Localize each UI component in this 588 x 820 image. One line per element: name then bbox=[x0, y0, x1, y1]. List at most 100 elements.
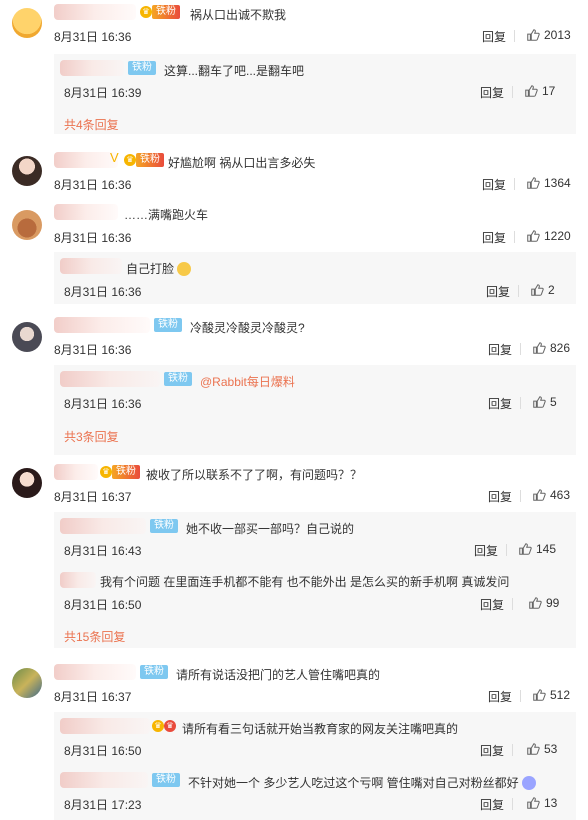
reply-button[interactable]: 回复 bbox=[480, 596, 504, 613]
like-button[interactable]: 2 bbox=[530, 283, 555, 297]
avatar[interactable] bbox=[12, 156, 42, 186]
like-button[interactable]: 826 bbox=[532, 341, 570, 355]
reply-button[interactable]: 回复 bbox=[482, 28, 506, 45]
comment-text: ……满嘴跑火车 bbox=[124, 208, 209, 222]
avatar[interactable] bbox=[12, 322, 42, 352]
mention-link[interactable]: @Rabbit每日爆料 bbox=[200, 373, 295, 390]
comment-text: 祸从口出诚不欺我 bbox=[190, 8, 287, 22]
reply-button[interactable]: 回复 bbox=[480, 742, 504, 759]
comment-time: 8月31日 16:37 bbox=[54, 490, 132, 504]
username-blurred[interactable] bbox=[54, 152, 118, 168]
thumbs-up-icon bbox=[533, 489, 546, 501]
reply-button[interactable]: 回复 bbox=[474, 542, 498, 559]
like-button[interactable]: 13 bbox=[526, 796, 557, 810]
reply-button[interactable]: 回复 bbox=[486, 283, 510, 300]
divider bbox=[520, 397, 521, 409]
reply-text: 请所有看三句话就开始当教育家的网友关注嘴吧真的 bbox=[182, 722, 459, 736]
like-count: 5 bbox=[550, 395, 557, 409]
fan-badge[interactable]: 铁粉 bbox=[152, 5, 180, 19]
comment-time: 8月31日 16:36 bbox=[54, 231, 132, 245]
fan-badge[interactable]: 铁粉 bbox=[128, 61, 156, 75]
thumbs-up-icon bbox=[519, 543, 532, 555]
like-button[interactable]: 53 bbox=[526, 742, 557, 756]
fan-badge[interactable]: 铁粉 bbox=[112, 465, 140, 479]
vip-crown-icon: ♛ bbox=[100, 466, 112, 478]
like-button[interactable]: 17 bbox=[524, 84, 555, 98]
vip-crown-icon: ♛ bbox=[140, 6, 152, 18]
username-blurred[interactable] bbox=[54, 464, 98, 480]
reply-button[interactable]: 回复 bbox=[482, 176, 506, 193]
thumbs-up-icon bbox=[527, 29, 540, 41]
like-count: 17 bbox=[542, 84, 556, 98]
like-count: 145 bbox=[536, 542, 557, 556]
reply-button[interactable]: 回复 bbox=[482, 229, 506, 246]
reply-time: 8月31日 17:23 bbox=[64, 798, 142, 812]
more-replies-link[interactable]: 共4条回复 bbox=[64, 116, 119, 133]
like-count: 1364 bbox=[544, 176, 571, 190]
username-blurred[interactable] bbox=[54, 317, 150, 333]
divider bbox=[512, 744, 513, 756]
fan-badge[interactable]: 铁粉 bbox=[152, 773, 180, 787]
more-replies-link[interactable]: 共15条回复 bbox=[64, 628, 125, 645]
divider bbox=[506, 544, 507, 556]
divider bbox=[512, 598, 513, 610]
like-button[interactable]: 512 bbox=[532, 688, 570, 702]
avatar[interactable] bbox=[12, 210, 42, 240]
username-blurred[interactable] bbox=[54, 204, 118, 220]
thumbs-up-icon bbox=[527, 743, 540, 755]
divider bbox=[514, 178, 515, 190]
emoji-icon bbox=[177, 262, 192, 276]
avatar[interactable] bbox=[12, 468, 42, 498]
reply-button[interactable]: 回复 bbox=[480, 796, 504, 813]
thumbs-up-icon bbox=[533, 342, 546, 354]
reply-button[interactable]: 回复 bbox=[488, 395, 512, 412]
fan-badge[interactable]: 铁粉 bbox=[136, 153, 164, 167]
reply-text: 自己打脸 bbox=[126, 260, 192, 277]
thumbs-up-icon bbox=[531, 284, 544, 296]
fan-badge[interactable]: 铁粉 bbox=[150, 519, 178, 533]
like-count: 512 bbox=[550, 688, 571, 702]
like-count: 1220 bbox=[544, 229, 571, 243]
like-button[interactable]: 5 bbox=[532, 395, 557, 409]
reply-text: 我有个问题 在里面连手机都不能有 也不能外出 是怎么买的新手机啊 真诚发问 bbox=[100, 575, 510, 589]
avatar[interactable] bbox=[12, 8, 42, 38]
username-blurred[interactable] bbox=[60, 772, 148, 788]
more-replies-link[interactable]: 共3条回复 bbox=[64, 428, 119, 445]
like-button[interactable]: 2013 bbox=[526, 28, 571, 42]
fan-badge[interactable]: 铁粉 bbox=[154, 318, 182, 332]
vip-crown-icon: ♛ bbox=[164, 720, 176, 732]
username-blurred[interactable] bbox=[60, 60, 124, 76]
like-button[interactable]: 1220 bbox=[526, 229, 571, 243]
reply-time: 8月31日 16:50 bbox=[64, 598, 142, 612]
like-button[interactable]: 1364 bbox=[526, 176, 571, 190]
username-blurred[interactable] bbox=[60, 518, 146, 534]
like-count: 826 bbox=[550, 341, 571, 355]
like-count: 13 bbox=[544, 796, 558, 810]
username-blurred[interactable] bbox=[60, 718, 150, 734]
like-button[interactable]: 99 bbox=[528, 596, 559, 610]
like-button[interactable]: 145 bbox=[518, 542, 556, 556]
like-button[interactable]: 463 bbox=[532, 488, 570, 502]
thumbs-up-icon bbox=[533, 689, 546, 701]
reply-button[interactable]: 回复 bbox=[488, 341, 512, 358]
divider bbox=[512, 86, 513, 98]
like-count: 463 bbox=[550, 488, 571, 502]
thumbs-up-icon bbox=[525, 85, 538, 97]
reply-button[interactable]: 回复 bbox=[488, 488, 512, 505]
username-blurred[interactable] bbox=[54, 664, 136, 680]
emoji-icon bbox=[522, 776, 537, 790]
username-blurred[interactable] bbox=[60, 572, 96, 588]
avatar[interactable] bbox=[12, 668, 42, 698]
fan-badge[interactable]: 铁粉 bbox=[140, 665, 168, 679]
vip-crown-icon: ♛ bbox=[152, 720, 164, 732]
thumbs-up-icon bbox=[527, 797, 540, 809]
reply-button[interactable]: 回复 bbox=[480, 84, 504, 101]
like-count: 99 bbox=[546, 596, 560, 610]
username-blurred[interactable] bbox=[54, 4, 136, 20]
divider bbox=[518, 285, 519, 297]
username-blurred[interactable] bbox=[60, 258, 122, 274]
username-blurred[interactable] bbox=[60, 371, 160, 387]
fan-badge[interactable]: 铁粉 bbox=[164, 372, 192, 386]
reply-button[interactable]: 回复 bbox=[488, 688, 512, 705]
thumbs-up-icon bbox=[529, 597, 542, 609]
